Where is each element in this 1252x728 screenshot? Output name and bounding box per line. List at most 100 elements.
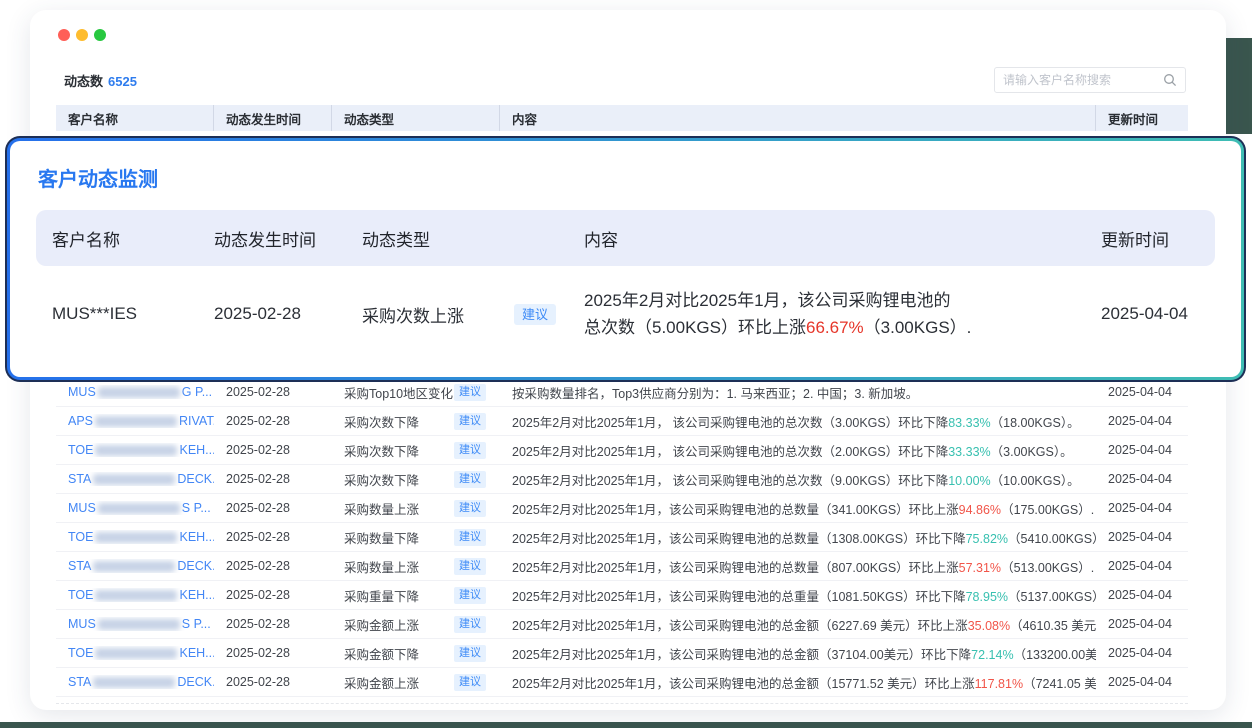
event-date-cell: 2025-02-28 [214,617,332,631]
content-cell: 2025年2月对比2025年1月，该公司采购锂电池的总数量（1308.00KGS… [500,528,1096,547]
event-type-cell: 采购重量下降 建议 [332,586,500,605]
dynamics-count: 动态数6525 [64,71,137,90]
minimize-window-icon[interactable] [76,29,88,41]
column-header-4: 更新时间 [1096,105,1188,131]
percent-value: 72.14% [971,648,1013,662]
event-date-cell: 2025-02-28 [198,304,346,324]
customer-name-prefix: MUS [68,385,96,399]
suggestion-badge: 建议 [454,587,486,604]
content-cell: 2025年2月对比2025年1月， 该公司采购锂电池的总次数（9.00KGS）环… [500,470,1096,489]
page-accent-right [1226,38,1252,134]
masked-name-blur [93,677,175,688]
content-after: （5137.00KGS）。 [1008,590,1096,604]
zoom-window-icon[interactable] [94,29,106,41]
masked-name-blur [95,648,177,659]
customer-name-cell[interactable]: STADECK... [56,472,214,486]
column-header-2: 动态类型 [346,226,568,251]
customer-name-cell[interactable]: MUSS P... [56,501,214,515]
customer-name-cell[interactable]: TOEKEH... [56,443,214,457]
table-row[interactable]: STADECK...2025-02-28 采购数量上涨 建议 2025年2月对比202… [56,552,1188,581]
event-type-label: 采购金额上涨 [344,615,419,634]
customer-name-suffix: S P... [182,501,211,515]
customer-name-cell[interactable]: STADECK... [56,559,214,573]
table-row[interactable]: MUSS P...2025-02-28 采购金额上涨 建议 2025年2月对比2025… [56,610,1188,639]
page-title: 客户动态监测 [38,163,1215,192]
event-type-cell: 采购数量上涨建议 [332,499,500,518]
table-row[interactable]: TOEKEH...2025-02-28采购金额下降建议2025年2月对比2025… [56,639,1188,668]
column-header-2: 动态类型 [332,105,500,131]
updated-date-cell: 2025-04-04 [1085,304,1215,324]
content-line2-before: 总次数（5.00KGS）环比上涨 [584,318,806,337]
dynamics-count-label: 动态数 [64,74,103,89]
content-before: 2025年2月对比2025年1月，该公司采购锂电池的总数量（1308.00KGS… [512,532,966,546]
masked-name-blur [95,416,177,427]
suggestion-badge: 建议 [454,500,486,517]
customer-name-cell[interactable]: APSRIVAT... [56,414,214,428]
column-header-0: 客户名称 [56,105,214,131]
content-after: （133200.00美元）。 [1014,648,1096,662]
suggestion-badge: 建议 [454,645,486,662]
spotlight-card: 客户动态监测 客户名称动态发生时间动态类型内容更新时间 MUS***IES 20… [10,141,1241,377]
percent-value: 33.33% [948,445,990,459]
updated-date-cell: 2025-04-04 [1096,646,1188,660]
updated-date-cell: 2025-04-04 [1096,588,1188,602]
table-row[interactable]: STADECK...2025-02-28采购金额上涨建议2025年2月对比202… [56,668,1188,697]
customer-name-cell[interactable]: MUSS P... [56,617,214,631]
masked-name-blur [98,503,180,514]
table-row[interactable]: TOEKEH...2025-02-28采购重量下降建议2025年2月对比2025… [56,581,1188,610]
customer-name-suffix: G P... [182,385,212,399]
customer-name-cell[interactable]: MUS G P... [56,385,214,399]
percent-value: 83.33% [948,416,990,430]
suggestion-badge: 建议 [454,674,486,691]
spotlight-example-row[interactable]: MUS***IES 2025-02-28 采购次数上涨 建议 2025年2月对比… [36,272,1215,356]
content-cell: 2025年2月对比2025年1月， 该公司采购锂电池的总次数（2.00KGS）环… [500,441,1096,460]
table-row[interactable]: STADECK...2025-02-28采购次数下降建议2025年2月对比202… [56,465,1188,494]
event-date-cell: 2025-02-28 [214,559,332,573]
event-date-cell: 2025-02-28 [214,472,332,486]
event-type-label: 采购重量下降 [344,586,419,605]
customer-name-prefix: STA [68,675,91,689]
content-before: 按采购数量排名，Top3供应商分别为：1. 马来西亚；2. 中国；3. 新加坡。 [512,387,918,401]
event-date-cell: 2025-02-28 [214,530,332,544]
table-row[interactable]: MUSG P...2025-02-28采购Top10地区变化建议按采购数量排名，… [56,378,1188,407]
updated-date-cell: 2025-04-04 [1096,617,1188,631]
content-after: （4610.35 美元）。 [1010,619,1096,633]
customer-name-cell[interactable]: TOEKEH... [56,530,214,544]
table-row[interactable]: TOEKEH...2025-02-28采购数量下降建议2025年2月对比2025… [56,523,1188,552]
content-before: 2025年2月对比2025年1月，该公司采购锂电池的总数量（807.00KGS）… [512,561,959,575]
customer-name-cell[interactable]: TOEKEH... [56,588,214,602]
table-row[interactable]: TOEKEH...2025-02-28采购次数下降建议2025年2月对比2025… [56,436,1188,465]
content-after: （5410.00KGS）。 [1008,532,1096,546]
content-before: 2025年2月对比2025年1月，该公司采购锂电池的总数量（341.00KGS）… [512,503,959,517]
customer-search-box[interactable] [994,67,1186,93]
event-date-cell: 2025-02-28 [214,675,332,689]
content-cell: 2025年2月对比2025年1月，该公司采购锂电池的总数量（807.00KGS）… [500,557,1096,576]
suggestion-badge: 建议 [454,616,486,633]
updated-date-cell: 2025-04-04 [1096,501,1188,515]
customer-name-cell[interactable]: TOEKEH... [56,646,214,660]
event-date-cell: 2025-02-28 [214,385,332,399]
content-after: （513.00KGS）. [1001,561,1094,575]
event-type-cell: 采购金额上涨建议 [332,673,500,692]
event-date-cell: 2025-02-28 [214,588,332,602]
customer-name-prefix: TOE [68,530,93,544]
suggestion-badge: 建议 [454,529,486,546]
column-header-3: 内容 [500,105,1096,131]
content-before: 2025年2月对比2025年1月，该公司采购锂电池的总金额（37104.00美元… [512,648,971,662]
content-cell: 按采购数量排名，Top3供应商分别为：1. 马来西亚；2. 中国；3. 新加坡。 [500,383,1096,402]
content-before: 2025年2月对比2025年1月，该公司采购锂电池的总金额（6227.69 美元… [512,619,968,633]
customer-search-input[interactable] [1003,73,1163,87]
search-icon[interactable] [1163,73,1177,87]
content-after: （7241.05 美元）。 [1023,677,1096,691]
suggestion-badge: 建议 [454,558,486,575]
close-window-icon[interactable] [58,29,70,41]
customer-name-cell[interactable]: STADECK... [56,675,214,689]
table-row[interactable]: APSRIVAT...2025-02-28采购次数下降建议2025年2月对比20… [56,407,1188,436]
event-type-cell: 采购次数下降建议 [332,441,500,460]
spotlight-header-row: 客户名称动态发生时间动态类型内容更新时间 [36,210,1215,266]
customer-name-suffix: KEH... [179,588,214,602]
event-type-label: 采购数量上涨 [344,557,419,576]
percent-value: 94.86% [959,503,1001,517]
table-row[interactable]: MUSS P...2025-02-28采购数量上涨建议2025年2月对比2025… [56,494,1188,523]
content-before: 2025年2月对比2025年1月， 该公司采购锂电池的总次数（3.00KGS）环… [512,416,948,430]
